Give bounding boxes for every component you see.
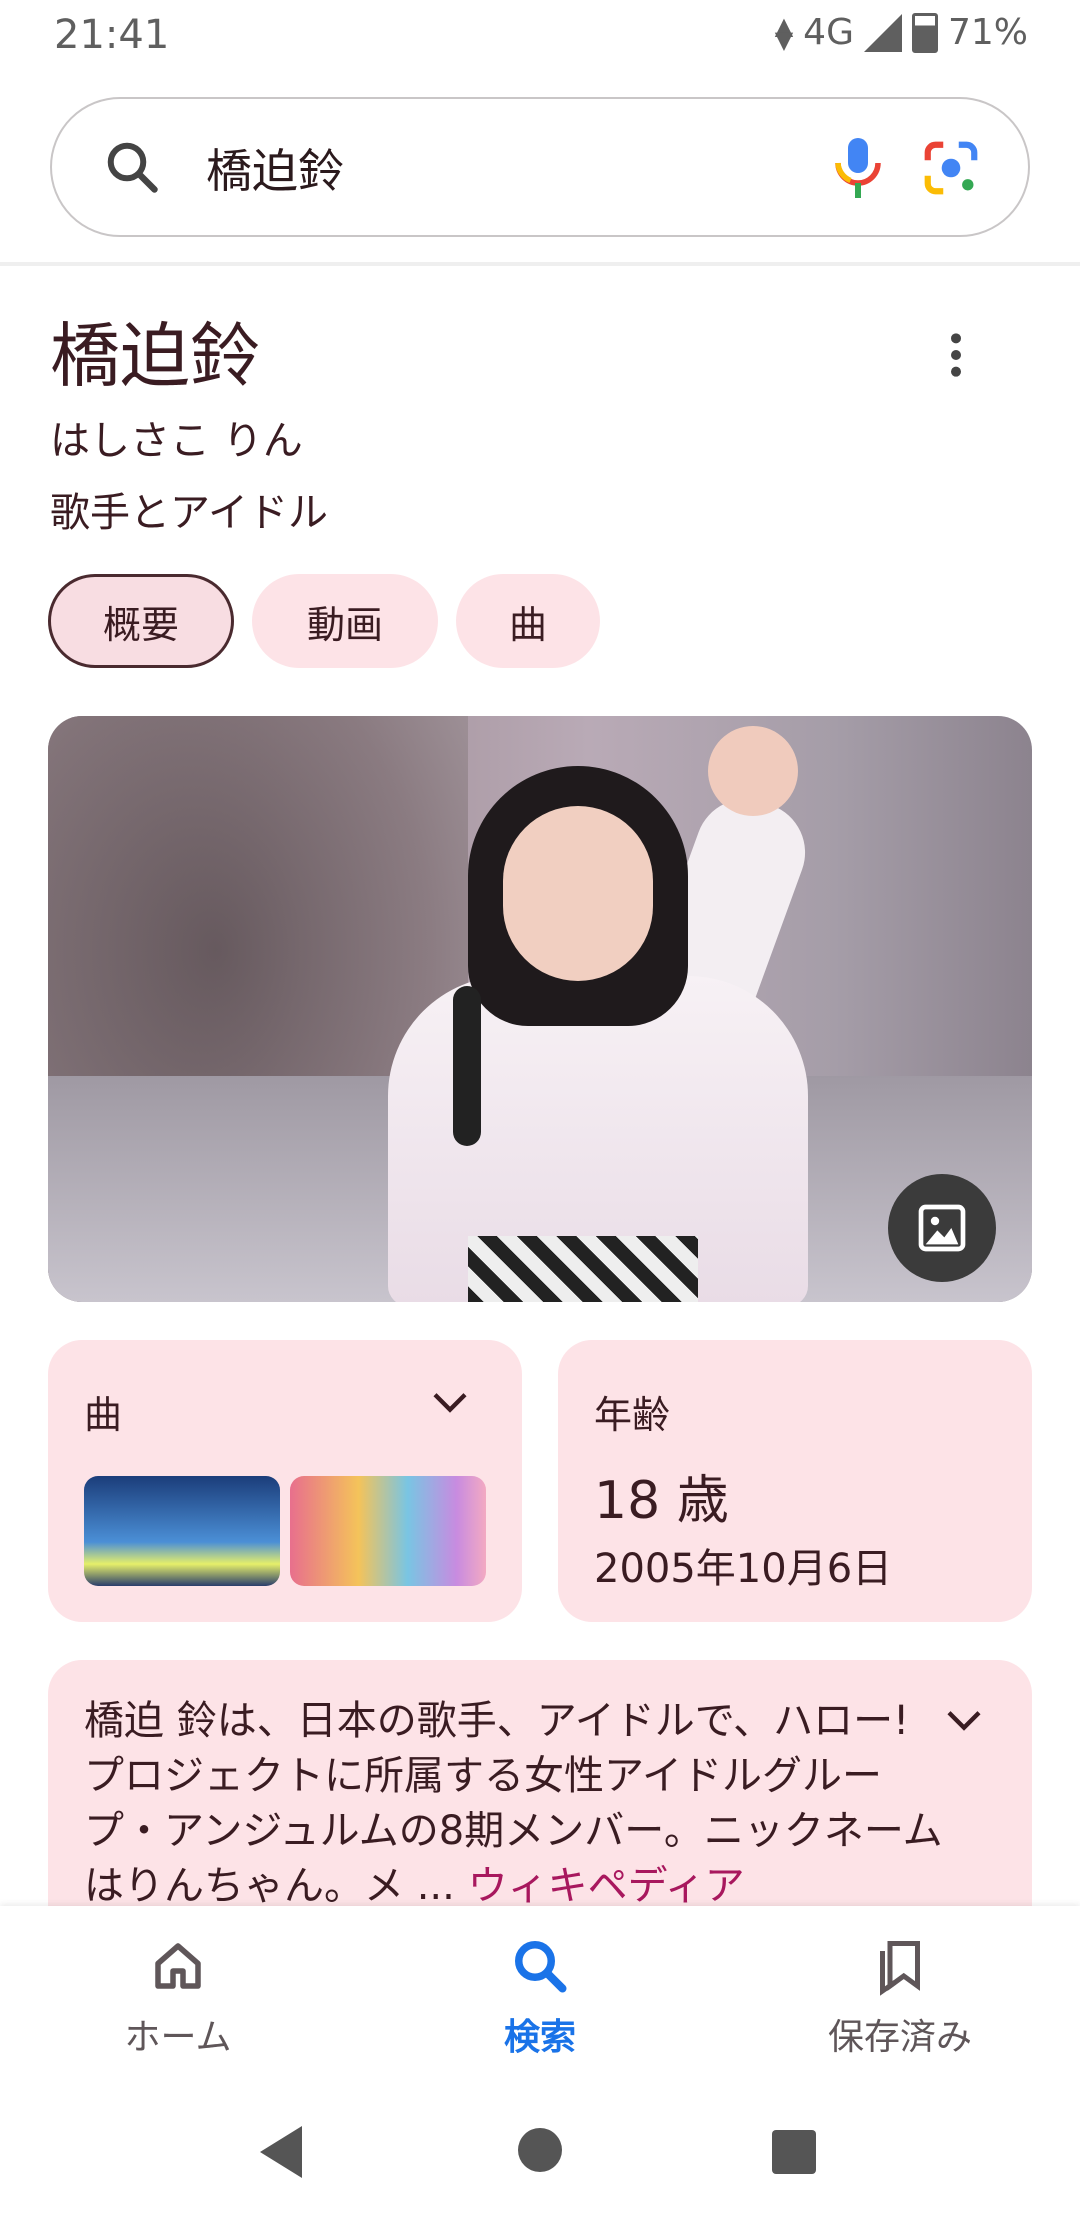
status-bar: 21:41 ▲ ▼ 4G 71% <box>0 0 1080 72</box>
search-icon <box>515 1941 567 1993</box>
entity-photo[interactable] <box>48 716 1032 1302</box>
search-query[interactable]: 橋迫鈴 <box>206 135 344 201</box>
home-icon <box>155 1943 201 1989</box>
search-bar[interactable]: 橋迫鈴 <box>50 97 1030 237</box>
tab-overview[interactable]: 概要 <box>48 574 234 668</box>
nav-home-label: ホーム <box>124 2017 232 2058</box>
signal-icon <box>863 13 902 52</box>
song-thumbnail[interactable] <box>84 1476 280 1586</box>
tab-chips: 概要 動画 曲 <box>48 574 600 668</box>
header-divider <box>0 262 1080 266</box>
photo-hand <box>708 726 798 816</box>
snippet-text-block: 橋迫 鈴は、日本の歌手、アイドルで、ハロー!プロジェクトに所属する女性アイドルグ… <box>84 1694 944 1910</box>
battery-icon <box>911 12 938 53</box>
nav-saved-label: 保存済み <box>827 2017 972 2058</box>
data-transfer-icon: ▲ ▼ <box>774 11 794 54</box>
age-card-label: 年齢 <box>594 1393 671 1437</box>
age-card[interactable]: 年齢 18 歳 2005年10月6日 <box>558 1340 1032 1622</box>
image-gallery-button[interactable] <box>888 1174 996 1282</box>
search-icon <box>107 142 158 193</box>
tab-videos[interactable]: 動画 <box>252 574 438 668</box>
system-navigation-bar <box>0 2086 1080 2220</box>
nav-search[interactable]: 検索 <box>420 1936 660 2060</box>
tab-songs[interactable]: 曲 <box>456 574 600 668</box>
chevron-down-icon[interactable] <box>944 1706 984 1736</box>
network-type: 4G <box>803 12 854 53</box>
home-button-icon[interactable] <box>518 2128 562 2172</box>
age-value: 18 歳 <box>594 1471 729 1531</box>
songs-card-label: 曲 <box>84 1393 123 1437</box>
description-snippet[interactable]: 橋迫 鈴は、日本の歌手、アイドルで、ハロー!プロジェクトに所属する女性アイドルグ… <box>48 1660 1032 1910</box>
songs-card[interactable]: 曲 <box>48 1340 522 1622</box>
status-icons: ▲ ▼ 4G 71% <box>775 12 1028 53</box>
nav-search-label: 検索 <box>503 2017 576 2058</box>
battery-level: 71% <box>947 12 1028 53</box>
chevron-down-icon[interactable] <box>430 1388 470 1418</box>
entity-reading: はしさこ りん <box>50 418 303 464</box>
entity-description: 歌手とアイドル <box>50 490 328 536</box>
bottom-navigation: ホーム 検索 保存済み <box>0 1906 1080 2086</box>
photo-skirt <box>468 1236 698 1302</box>
birth-date: 2005年10月6日 <box>594 1546 893 1592</box>
microphone-icon[interactable] <box>828 133 888 203</box>
more-options-icon[interactable] <box>946 330 966 380</box>
google-lens-icon[interactable] <box>920 137 982 199</box>
recent-apps-icon[interactable] <box>772 2130 816 2174</box>
image-icon <box>918 1204 966 1252</box>
photo-microphone <box>453 986 481 1146</box>
photo-face <box>503 806 653 981</box>
status-time: 21:41 <box>54 12 170 58</box>
song-thumbnail[interactable] <box>290 1476 486 1586</box>
entity-title: 橋迫鈴 <box>50 315 260 397</box>
wikipedia-link[interactable]: ウィキペディア <box>468 1863 745 1909</box>
nav-saved[interactable]: 保存済み <box>780 1936 1020 2060</box>
nav-home[interactable]: ホーム <box>58 1936 298 2060</box>
bookmark-icon <box>880 1941 920 1996</box>
back-icon[interactable] <box>260 2126 302 2178</box>
